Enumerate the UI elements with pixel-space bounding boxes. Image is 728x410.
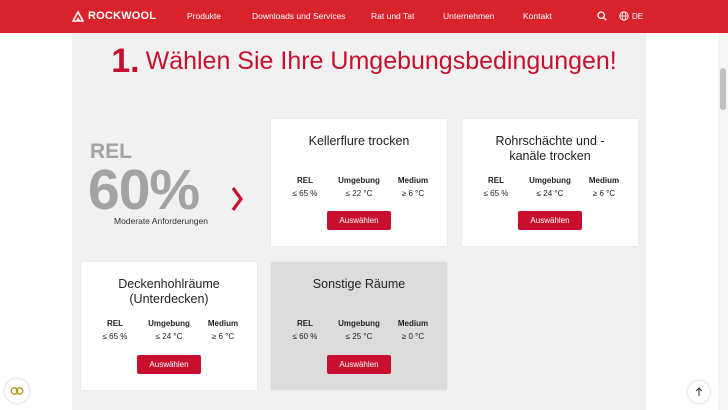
card-stats: REL ≤ 65 % Umgebung ≤ 24 °C Medium ≥ 6 °C bbox=[81, 319, 257, 341]
condition-card: Kellerflure trocken REL ≤ 65 % Umgebung ≤ … bbox=[271, 119, 447, 246]
stat-label-medium: Medium bbox=[207, 319, 239, 328]
step-title: Wählen Sie Ihre Umgebungsbedingungen! bbox=[145, 47, 617, 75]
step-number: 1. bbox=[111, 42, 140, 80]
card-stats: REL ≤ 65 % Umgebung ≤ 22 °C Medium ≥ 6 °C bbox=[271, 176, 447, 198]
select-button[interactable]: Auswählen bbox=[327, 355, 391, 374]
stat-label-medium: Medium bbox=[588, 176, 620, 185]
condition-card: Rohrschächte und - kanäle trocken REL ≤ 6… bbox=[462, 119, 638, 246]
stat-value-rel: ≤ 65 % bbox=[102, 332, 128, 341]
page-scrollbar[interactable] bbox=[718, 33, 728, 410]
arrow-up-icon bbox=[695, 387, 703, 396]
rockwool-logo[interactable]: ROCKWOOL bbox=[72, 10, 156, 22]
current-rel-value: 60% bbox=[88, 158, 200, 222]
globe-icon bbox=[619, 11, 629, 21]
scroll-to-top-button[interactable] bbox=[688, 381, 710, 403]
current-selection: REL 60% Moderate Anforderungen bbox=[88, 140, 250, 230]
nav-unternehmen[interactable]: Unternehmen bbox=[443, 11, 495, 21]
search-icon[interactable] bbox=[597, 11, 607, 21]
stat-value-rel: ≤ 60 % bbox=[292, 332, 318, 341]
stat-value-env: ≤ 22 °C bbox=[345, 189, 373, 198]
stat-value-medium: ≥ 6 °C bbox=[211, 332, 235, 341]
card-title: Sonstige Räume bbox=[312, 277, 406, 291]
cookie-icon bbox=[10, 387, 24, 395]
card-stats: REL ≤ 60 % Umgebung ≤ 25 °C Medium ≥ 0 °C bbox=[271, 319, 447, 341]
stat-label-env: Umgebung bbox=[148, 319, 190, 328]
stat-value-rel: ≤ 65 % bbox=[292, 189, 318, 198]
top-header: ROCKWOOL Produkte Downloads und Services… bbox=[0, 0, 728, 33]
stat-value-env: ≤ 24 °C bbox=[536, 189, 564, 198]
page-title: 1. Wählen Sie Ihre Umgebungsbedingungen! bbox=[0, 42, 728, 81]
cookie-consent-button[interactable] bbox=[5, 379, 29, 403]
stat-label-env: Umgebung bbox=[529, 176, 571, 185]
stat-label-env: Umgebung bbox=[338, 319, 380, 328]
stat-label-rel: REL bbox=[297, 176, 313, 185]
select-button[interactable]: Auswählen bbox=[518, 211, 582, 230]
nav-produkte[interactable]: Produkte bbox=[187, 11, 221, 21]
nav-kontakt[interactable]: Kontakt bbox=[523, 11, 552, 21]
chevron-right-icon bbox=[230, 186, 244, 217]
scrollbar-thumb[interactable] bbox=[720, 68, 726, 110]
stat-label-rel: REL bbox=[297, 319, 313, 328]
condition-card: Deckenhohlräume (Unterdecken) REL ≤ 65 % … bbox=[81, 262, 257, 390]
card-title: Deckenhohlräume (Unterdecken) bbox=[118, 277, 220, 306]
current-description: Moderate Anforderungen bbox=[114, 216, 209, 226]
stat-label-medium: Medium bbox=[397, 319, 429, 328]
stat-label-env: Umgebung bbox=[338, 176, 380, 185]
select-button[interactable]: Auswählen bbox=[327, 211, 391, 230]
nav-rat-und-tat[interactable]: Rat und Tat bbox=[371, 11, 414, 21]
stat-value-medium: ≥ 6 °C bbox=[592, 189, 616, 198]
card-title: Kellerflure trocken bbox=[308, 134, 410, 148]
nav-downloads-und-services[interactable]: Downloads und Services bbox=[252, 11, 346, 21]
select-button[interactable]: Auswählen bbox=[137, 355, 201, 374]
condition-card-selected: Sonstige Räume REL ≤ 60 % Umgebung ≤ 25 °C… bbox=[271, 262, 447, 390]
card-title: Rohrschächte und - kanäle trocken bbox=[495, 134, 605, 163]
logo-text: ROCKWOOL bbox=[88, 10, 157, 22]
language-label: DE bbox=[632, 11, 644, 21]
stat-label-rel: REL bbox=[488, 176, 504, 185]
stat-value-rel: ≤ 65 % bbox=[483, 189, 509, 198]
language-selector[interactable]: DE bbox=[619, 11, 643, 21]
logo-mark-icon bbox=[72, 10, 84, 22]
stat-label-medium: Medium bbox=[397, 176, 429, 185]
stat-value-env: ≤ 24 °C bbox=[155, 332, 183, 341]
stat-value-medium: ≥ 6 °C bbox=[401, 189, 425, 198]
stat-value-medium: ≥ 0 °C bbox=[401, 332, 425, 341]
stat-label-rel: REL bbox=[107, 319, 123, 328]
card-stats: REL ≤ 65 % Umgebung ≤ 24 °C Medium ≥ 6 °C bbox=[462, 176, 638, 198]
stat-value-env: ≤ 25 °C bbox=[345, 332, 373, 341]
